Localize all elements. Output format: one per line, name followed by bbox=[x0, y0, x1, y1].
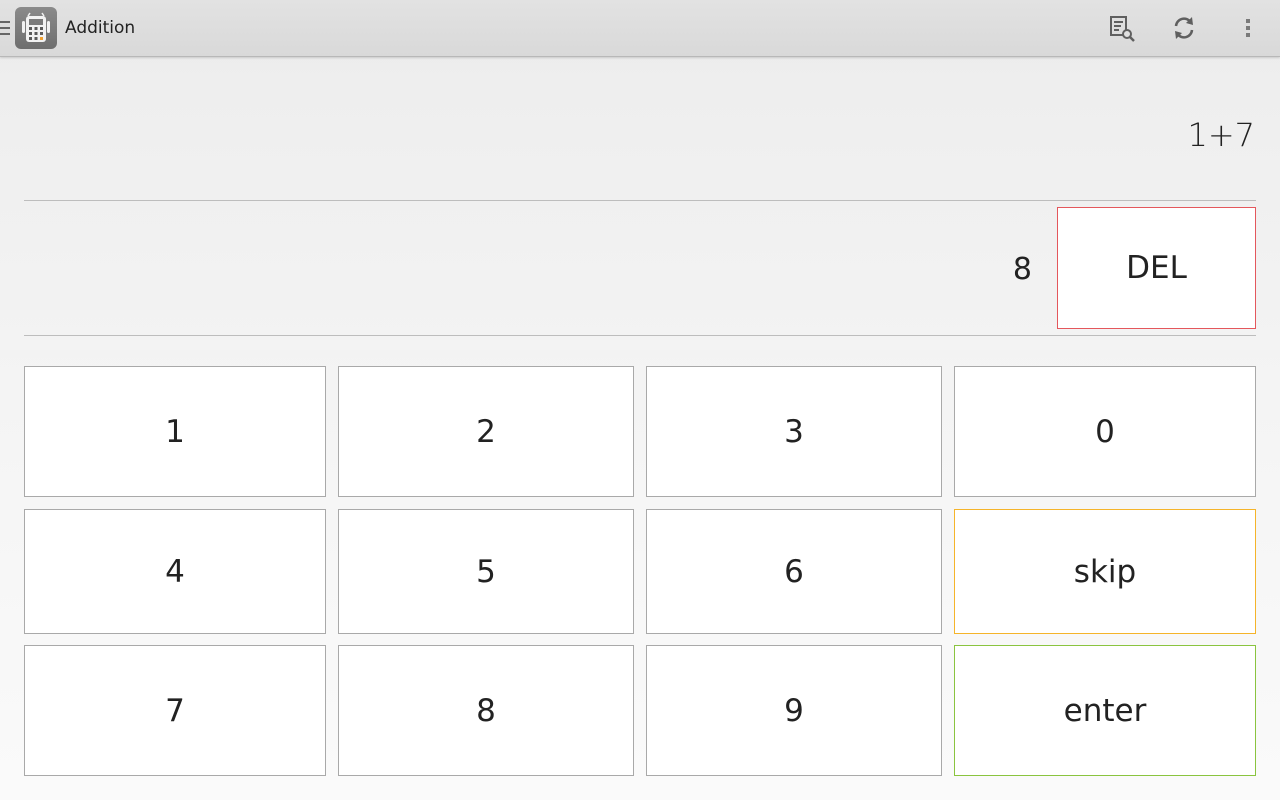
key-4-button[interactable]: 4 bbox=[24, 509, 326, 634]
enter-button[interactable]: enter bbox=[954, 645, 1256, 776]
action-bar: Addition bbox=[0, 0, 1280, 57]
answer-display: 8 bbox=[1012, 252, 1032, 287]
key-0-button[interactable]: 0 bbox=[954, 366, 1256, 497]
key-2-button[interactable]: 2 bbox=[338, 366, 634, 497]
divider-bottom bbox=[24, 335, 1256, 336]
key-7-button[interactable]: 7 bbox=[24, 645, 326, 776]
app-title: Addition bbox=[65, 18, 136, 38]
del-button[interactable]: DEL bbox=[1057, 207, 1256, 329]
search-list-icon[interactable] bbox=[1106, 12, 1138, 44]
overflow-menu-icon[interactable] bbox=[1232, 12, 1264, 44]
key-3-button[interactable]: 3 bbox=[646, 366, 942, 497]
key-6-button[interactable]: 6 bbox=[646, 509, 942, 634]
key-8-button[interactable]: 8 bbox=[338, 645, 634, 776]
key-9-button[interactable]: 9 bbox=[646, 645, 942, 776]
app-logo-icon[interactable] bbox=[15, 7, 57, 49]
refresh-icon[interactable] bbox=[1168, 12, 1200, 44]
key-5-button[interactable]: 5 bbox=[338, 509, 634, 634]
problem-expression: 1+7 bbox=[1187, 116, 1255, 154]
divider-top bbox=[24, 200, 1256, 201]
key-1-button[interactable]: 1 bbox=[24, 366, 326, 497]
skip-button[interactable]: skip bbox=[954, 509, 1256, 634]
drawer-indicator-icon[interactable] bbox=[0, 21, 10, 35]
